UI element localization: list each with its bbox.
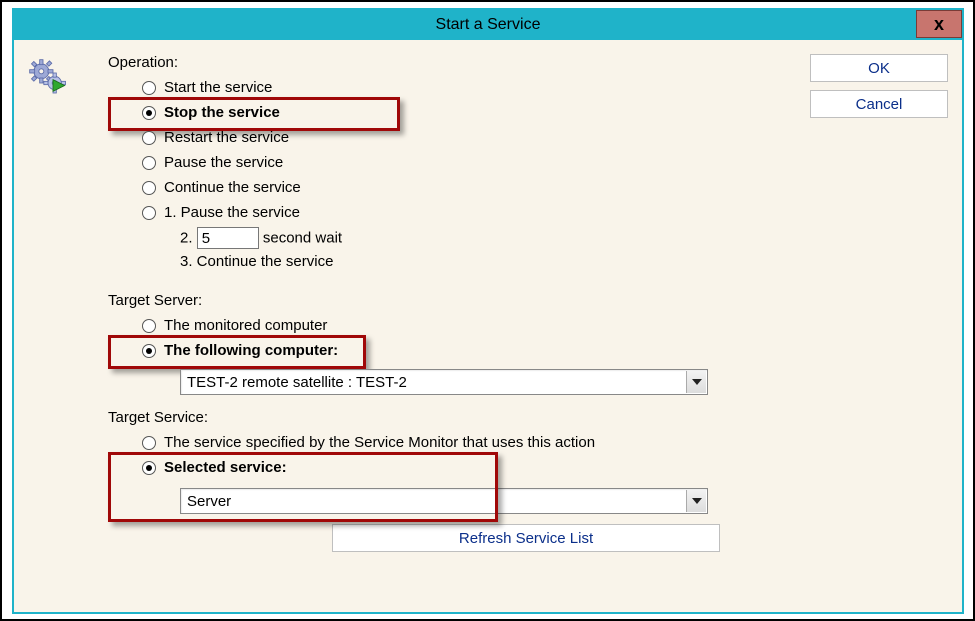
radio-start-service[interactable]: Start the service (108, 75, 808, 100)
service-dropdown-wrap: Server (108, 488, 808, 514)
close-icon: x (934, 14, 944, 35)
radio-label: Pause the service (164, 154, 283, 171)
chevron-down-icon (686, 371, 706, 393)
radio-icon (142, 106, 156, 120)
dialog-icon (28, 58, 76, 102)
refresh-service-list-button[interactable]: Refresh Service List (332, 524, 720, 552)
radio-label: The service specified by the Service Mon… (164, 434, 595, 451)
radio-icon (142, 436, 156, 450)
radio-label: Selected service: (164, 459, 287, 476)
radio-label: Start the service (164, 79, 272, 96)
radio-icon (142, 344, 156, 358)
radio-label: The following computer: (164, 342, 338, 359)
combo-step-3: 3. Continue the service (108, 251, 808, 272)
target-service-label: Target Service: (108, 409, 808, 426)
gears-play-icon (28, 85, 68, 102)
service-dropdown[interactable]: Server (180, 488, 708, 514)
target-server-section: Target Server: The monitored computer Th… (108, 292, 808, 395)
radio-pause-service[interactable]: Pause the service (108, 150, 808, 175)
radio-icon (142, 81, 156, 95)
chevron-down-icon (686, 490, 706, 512)
combo-step-3-label: 3. Continue the service (180, 253, 333, 270)
ok-button[interactable]: OK (810, 54, 948, 82)
target-server-label: Target Server: (108, 292, 808, 309)
client-area: OK Cancel Operation: Start the service S… (14, 40, 962, 612)
computer-dropdown[interactable]: TEST-2 remote satellite : TEST-2 (180, 369, 708, 395)
operation-label: Operation: (108, 54, 808, 71)
radio-following-computer[interactable]: The following computer: (108, 338, 808, 363)
seconds-input[interactable] (197, 227, 259, 249)
combo-step-2: 2. second wait (108, 225, 808, 251)
close-button[interactable]: x (916, 10, 962, 38)
titlebar: Start a Service x (14, 10, 962, 40)
radio-icon (142, 206, 156, 220)
radio-stop-service[interactable]: Stop the service (108, 100, 808, 125)
radio-pause-wait-continue[interactable]: 1. Pause the service (108, 200, 808, 225)
radio-continue-service[interactable]: Continue the service (108, 175, 808, 200)
dropdown-value: TEST-2 remote satellite : TEST-2 (187, 374, 407, 391)
radio-selected-service[interactable]: Selected service: (108, 455, 808, 480)
computer-dropdown-wrap: TEST-2 remote satellite : TEST-2 (108, 369, 808, 395)
radio-icon (142, 319, 156, 333)
radio-restart-service[interactable]: Restart the service (108, 125, 808, 150)
window-title: Start a Service (436, 16, 541, 34)
radio-icon (142, 181, 156, 195)
radio-icon (142, 461, 156, 475)
operation-section: Operation: Start the service Stop the se… (108, 54, 808, 272)
cancel-button[interactable]: Cancel (810, 90, 948, 118)
radio-service-by-monitor[interactable]: The service specified by the Service Mon… (108, 430, 808, 455)
radio-icon (142, 156, 156, 170)
combo-step-2-prefix: 2. (180, 230, 193, 247)
radio-label: 1. Pause the service (164, 204, 300, 221)
target-service-section: Target Service: The service specified by… (108, 409, 808, 552)
radio-label: Stop the service (164, 104, 280, 121)
radio-icon (142, 131, 156, 145)
dropdown-value: Server (187, 493, 231, 510)
radio-label: Restart the service (164, 129, 289, 146)
refresh-wrap: Refresh Service List (108, 524, 808, 552)
dialog-window: Start a Service x (12, 8, 964, 614)
combo-step-2-suffix: second wait (263, 230, 342, 247)
radio-monitored-computer[interactable]: The monitored computer (108, 313, 808, 338)
radio-label: The monitored computer (164, 317, 327, 334)
dialog-buttons: OK Cancel (810, 54, 950, 126)
radio-label: Continue the service (164, 179, 301, 196)
form-content: Operation: Start the service Stop the se… (108, 54, 808, 552)
